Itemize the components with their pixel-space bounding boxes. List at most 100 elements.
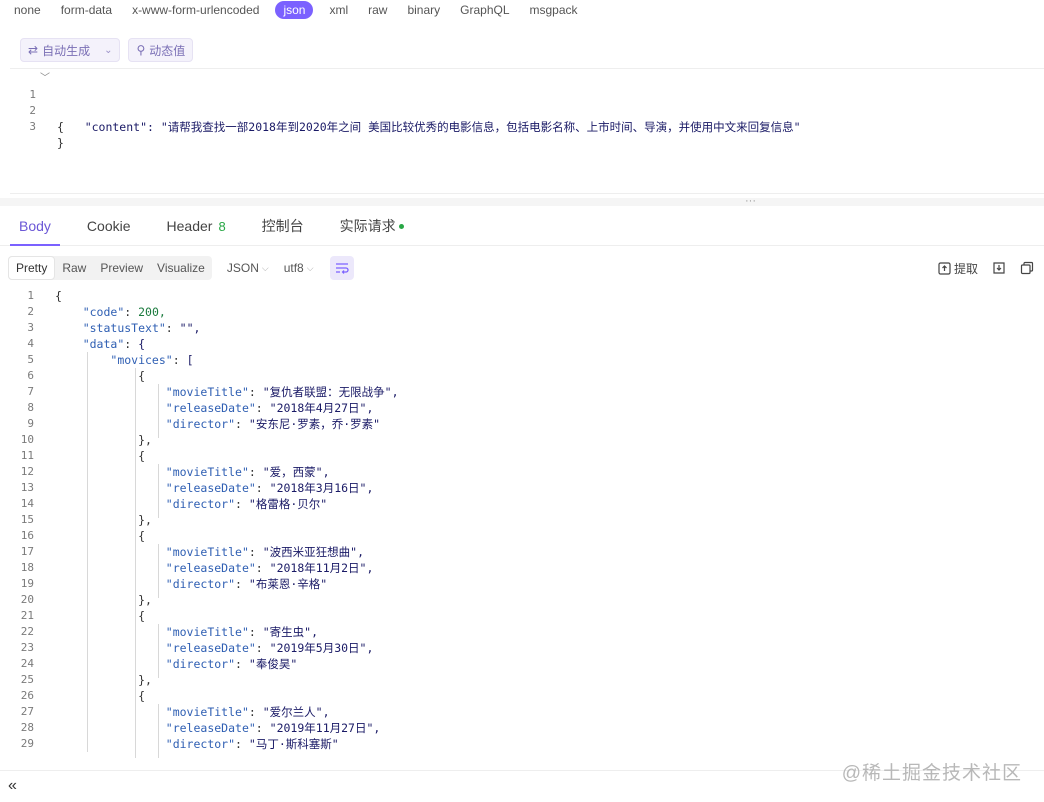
line-number: 3 [27,321,34,334]
copy-icon[interactable] [1020,261,1034,275]
body-type-raw[interactable]: raw [368,1,387,19]
collapse-sidebar-icon[interactable]: « [8,777,17,795]
editor-line: 1{ [8,288,1038,304]
editor-line: 11 { [8,448,1038,464]
code-text: { [55,689,146,703]
chevron-down-icon: ⌵ [261,262,269,273]
editor-line: 1 ﹀ { [10,71,1044,134]
body-type-form-data[interactable]: form-data [61,1,112,19]
editor-line: 21 { [8,608,1038,624]
response-actions: 提取 [938,256,1034,280]
line-number: 19 [20,577,34,590]
header-count-badge: 8 [218,218,226,234]
editor-line: 9 "director": "安东尼·罗素，乔·罗素" [8,416,1038,432]
request-body-editor[interactable]: 1 ﹀ { 2 "content": "请帮我查找一部2018年到2020年之间… [10,68,1044,194]
line-number: 3 [29,120,36,133]
editor-line: 4 "data": { [8,336,1038,352]
editor-line: 24 "director": "奉俊昊" [8,656,1038,672]
code-text: "releaseDate": "2019年5月30日", [165,641,374,655]
dynamic-value-button[interactable]: ⚲ 动态值 [128,38,194,62]
line-number: 20 [20,593,34,606]
body-type-tabs: none form-data x-www-form-urlencoded jso… [0,0,1044,20]
response-body-viewer[interactable]: 1{2 "code": 200, 3 "statusText": "", 4 "da… [8,288,1038,758]
indent-guide [158,624,159,678]
code-text: { [55,529,146,543]
tab-cookie-label: Cookie [86,217,131,234]
code-text: "movieTitle": "波西米亚狂想曲", [165,545,365,559]
line-number: 21 [20,609,34,622]
indent-guide [158,704,159,758]
editor-line: 28 "releaseDate": "2019年11月27日", [8,720,1038,736]
code-text: "releaseDate": "2018年11月2日", [165,561,374,575]
request-toolbar: ⇄ 自动生成 ⌄ ⚲ 动态值 [20,38,194,62]
body-type-xml[interactable]: xml [329,1,348,19]
drag-handle-icon[interactable]: ··· [745,196,756,207]
view-visualize[interactable]: Visualize [150,256,212,280]
tab-header[interactable]: Header 8 [156,206,237,246]
fold-arrow-icon[interactable]: ﹀ [40,71,50,87]
body-type-json[interactable]: json [275,1,314,19]
indent-guide [87,352,88,752]
editor-line: 12 "movieTitle": "爱，西蒙", [8,464,1038,480]
extract-button[interactable]: 提取 [938,260,978,277]
editor-line: 16 { [8,528,1038,544]
tab-body[interactable]: Body [8,206,62,246]
format-select[interactable]: JSON ⌵ [227,261,269,275]
body-type-urlencoded[interactable]: x-www-form-urlencoded [132,1,259,19]
line-number: 14 [20,497,34,510]
code-text: { [55,369,146,383]
tab-actual-request-label: 实际请求 [339,217,396,234]
response-tabs: Body Cookie Header 8 控制台 实际请求 [0,206,1044,246]
code-text: "director": "安东尼·罗素，乔·罗素" [165,417,381,431]
editor-line: 3 } [10,103,1044,150]
editor-line: 29 "director": "马丁·斯科塞斯" [8,736,1038,752]
view-mode-segment: Pretty Raw Preview Visualize [8,256,212,280]
editor-line: 27 "movieTitle": "爱尔兰人", [8,704,1038,720]
line-number: 22 [20,625,34,638]
view-raw[interactable]: Raw [55,256,93,280]
tab-console[interactable]: 控制台 [251,206,315,246]
line-number: 25 [20,673,34,686]
code-text: "code": 200, [82,305,166,319]
tab-actual-request[interactable]: 实际请求 [329,206,415,246]
code-text: "statusText": "", [82,321,201,335]
body-type-graphql[interactable]: GraphQL [460,1,509,19]
editor-line: 2 "content": "请帮我查找一部2018年到2020年之间 美国比较优… [10,87,1044,134]
tab-header-label: Header [166,217,213,234]
line-number: 2 [27,305,34,318]
editor-line: 23 "releaseDate": "2019年5月30日", [8,640,1038,656]
code-text: "data": { [82,337,146,351]
word-wrap-button[interactable] [329,256,354,280]
line-number: 7 [27,385,34,398]
dynamic-value-label: 动态值 [149,43,186,58]
line-number: 11 [20,449,34,462]
auto-generate-button[interactable]: ⇄ 自动生成 ⌄ [20,38,121,62]
editor-line: 17 "movieTitle": "波西米亚狂想曲", [8,544,1038,560]
editor-line: 2 "code": 200, [8,304,1038,320]
code-text: { [55,449,146,463]
body-type-msgpack[interactable]: msgpack [530,1,578,19]
line-number: 1 [27,289,34,302]
view-pretty[interactable]: Pretty [8,256,56,280]
tab-cookie[interactable]: Cookie [76,206,142,246]
line-number: 15 [20,513,34,526]
body-type-none[interactable]: none [14,1,41,19]
line-number: 6 [27,369,34,382]
chevron-down-icon: ⌵ [306,262,314,273]
encoding-select[interactable]: utf8 ⌵ [284,261,314,275]
watermark: @稀土掘金技术社区 [841,763,1022,784]
code-text: } [57,136,64,150]
download-icon[interactable] [992,261,1006,275]
code-text: "movieTitle": "爱，西蒙", [165,465,330,479]
chevron-down-icon[interactable]: ⌄ [104,45,112,56]
auto-generate-label: 自动生成 [42,43,91,58]
extract-label: 提取 [953,261,978,276]
line-number: 27 [20,705,34,718]
body-type-binary[interactable]: binary [407,1,440,19]
code-text: "director": "马丁·斯科塞斯" [165,737,339,751]
view-preview[interactable]: Preview [93,256,150,280]
encoding-value: utf8 [283,261,304,275]
wrap-icon [335,263,349,274]
editor-line: 22 "movieTitle": "寄生虫", [8,624,1038,640]
indent-guide [158,544,159,598]
